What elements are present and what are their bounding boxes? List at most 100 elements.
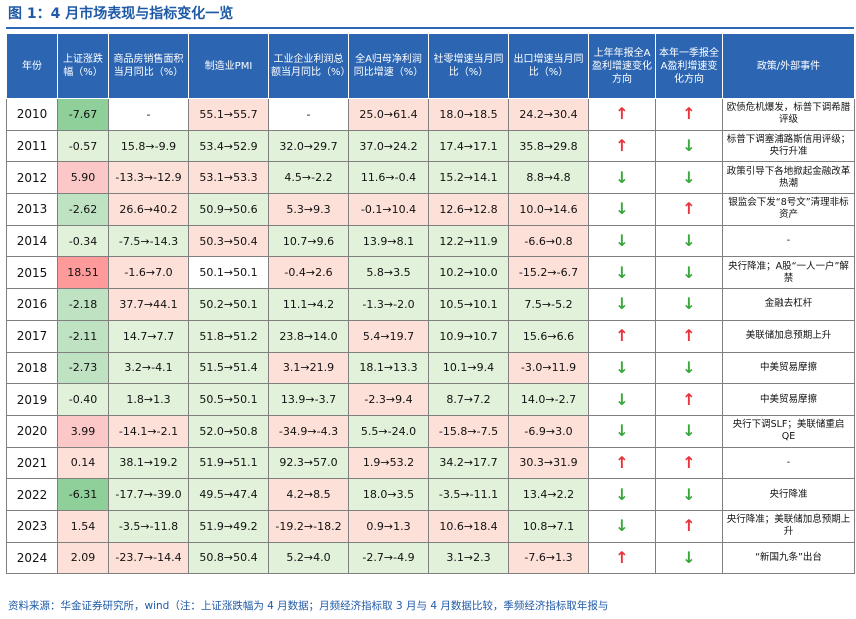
arrow-up-icon: ↑ [682, 199, 696, 219]
sales-cell: -3.5→-11.8 [108, 509, 189, 543]
profit-cell: -0.4→2.6 [268, 256, 349, 290]
source-footnote: 资料来源：华金证券研究所，wind（注：上证涨跌幅为 4 月数据；月频经济指标取… [8, 600, 609, 612]
annual-direction-cell: ↑ [588, 541, 656, 575]
profit-cell: 5.2→4.0 [268, 541, 349, 575]
net-cell: 5.4→19.7 [348, 319, 429, 353]
profit-cell: -34.9→-4.3 [268, 414, 349, 448]
column-header: 商品房销售面积当月同比（%） [108, 33, 189, 99]
retail-cell: -3.5→-11.1 [428, 478, 509, 511]
annual-direction-cell: ↓ [588, 224, 656, 258]
sse-change-cell: -0.57 [57, 129, 109, 163]
net-cell: -2.3→9.4 [348, 383, 429, 416]
data-table: 年份 上证涨跌幅（%） 商品房销售面积当月同比（%） 制造业PMI 工业企业利润总额当月… [6, 33, 855, 575]
arrow-down-icon: ↓ [615, 294, 629, 314]
arrow-down-icon: ↓ [682, 421, 696, 441]
net-cell: -1.3→-2.0 [348, 288, 429, 321]
arrow-up-icon: ↑ [682, 104, 696, 124]
year-cell: 2024 [6, 541, 58, 575]
pmi-cell: 50.2→50.1 [188, 288, 269, 321]
event-cell: 欧债危机爆发，标普下调希腊评级 [722, 98, 855, 131]
table-row: 2023 1.54 -3.5→-11.8 51.9→49.2 -19.2→-18.2 0.… [6, 509, 855, 543]
arrow-up-icon: ↑ [615, 452, 629, 472]
sse-change-cell: -6.31 [57, 478, 109, 511]
export-cell: -3.0→11.9 [508, 351, 589, 385]
event-cell: 金融去杠杆 [722, 288, 855, 321]
arrow-down-icon: ↓ [682, 547, 696, 567]
annual-direction-cell: ↓ [588, 256, 656, 290]
net-cell: 1.9→53.2 [348, 446, 429, 480]
annual-direction-cell: ↓ [588, 414, 656, 448]
event-cell: 中美贸易摩擦 [722, 351, 855, 385]
pmi-cell: 53.1→53.3 [188, 161, 269, 195]
export-cell: 10.0→14.6 [508, 193, 589, 226]
profit-cell: 32.0→29.7 [268, 129, 349, 163]
net-cell: 37.0→24.2 [348, 129, 429, 163]
annual-direction-cell: ↓ [588, 478, 656, 511]
year-cell: 2013 [6, 193, 58, 226]
arrow-down-icon: ↓ [682, 167, 696, 187]
event-cell: 央行降准 [722, 478, 855, 511]
retail-cell: 17.4→17.1 [428, 129, 509, 163]
arrow-down-icon: ↓ [682, 294, 696, 314]
event-cell: 美联储加息预期上升 [722, 319, 855, 353]
q1-direction-cell: ↓ [655, 478, 723, 511]
net-cell: -0.1→10.4 [348, 193, 429, 226]
export-cell: -15.2→-6.7 [508, 256, 589, 290]
column-header: 社零增速当月同比（%） [428, 33, 509, 99]
net-cell: 11.6→-0.4 [348, 161, 429, 195]
net-cell: 18.0→3.5 [348, 478, 429, 511]
q1-direction-cell: ↑ [655, 319, 723, 353]
retail-cell: -15.8→-7.5 [428, 414, 509, 448]
annual-direction-cell: ↓ [588, 193, 656, 226]
q1-direction-cell: ↓ [655, 161, 723, 195]
profit-cell: -19.2→-18.2 [268, 509, 349, 543]
sales-cell: 15.8→-9.9 [108, 129, 189, 163]
net-cell: 5.8→3.5 [348, 256, 429, 290]
event-cell: 央行降准；A股“一人一户”解禁 [722, 256, 855, 290]
export-cell: 8.8→4.8 [508, 161, 589, 195]
pmi-cell: 51.8→51.2 [188, 319, 269, 353]
profit-cell: 13.9→-3.7 [268, 383, 349, 416]
table-row: 2011 -0.57 15.8→-9.9 53.4→52.9 32.0→29.7 37.0… [6, 129, 855, 163]
sse-change-cell: 18.51 [57, 256, 109, 290]
pmi-cell: 51.5→51.4 [188, 351, 269, 385]
sales-cell: 38.1→19.2 [108, 446, 189, 480]
event-cell: “新国九条”出台 [722, 541, 855, 575]
sales-cell: -7.5→-14.3 [108, 224, 189, 258]
sales-cell: 1.8→1.3 [108, 383, 189, 416]
sales-cell: 26.6→40.2 [108, 193, 189, 226]
year-cell: 2010 [6, 98, 58, 131]
pmi-cell: 50.5→50.1 [188, 383, 269, 416]
event-cell: 政策引导下各地掀起金融改革热潮 [722, 161, 855, 195]
export-cell: 13.4→2.2 [508, 478, 589, 511]
retail-cell: 12.2→11.9 [428, 224, 509, 258]
arrow-down-icon: ↓ [682, 231, 696, 251]
profit-cell: 4.2→8.5 [268, 478, 349, 511]
event-cell: 中美贸易摩擦 [722, 383, 855, 416]
column-header: 上证涨跌幅（%） [57, 33, 109, 99]
year-cell: 2023 [6, 509, 58, 543]
export-cell: 15.6→6.6 [508, 319, 589, 353]
sse-change-cell: 0.14 [57, 446, 109, 480]
column-header: 上年年报全A盈利增速变化方向 [588, 33, 656, 99]
arrow-down-icon: ↓ [615, 262, 629, 282]
profit-cell: 5.3→9.3 [268, 193, 349, 226]
table-row: 2012 5.90 -13.3→-12.9 53.1→53.3 4.5→-2.2 11.6… [6, 161, 855, 195]
table-row: 2017 -2.11 14.7→7.7 51.8→51.2 23.8→14.0 5.4→1… [6, 319, 855, 353]
year-cell: 2022 [6, 478, 58, 511]
net-cell: 18.1→13.3 [348, 351, 429, 385]
pmi-cell: 51.9→51.1 [188, 446, 269, 480]
column-header: 年份 [6, 33, 58, 99]
q1-direction-cell: ↑ [655, 98, 723, 131]
sse-change-cell: 2.09 [57, 541, 109, 575]
sse-change-cell: -7.67 [57, 98, 109, 131]
annual-direction-cell: ↓ [588, 351, 656, 385]
sse-change-cell: 3.99 [57, 414, 109, 448]
arrow-up-icon: ↑ [615, 104, 629, 124]
export-cell: 10.8→7.1 [508, 509, 589, 543]
column-header: 工业企业利润总额当月同比（%） [268, 33, 349, 99]
pmi-cell: 52.0→50.8 [188, 414, 269, 448]
arrow-up-icon: ↑ [682, 516, 696, 536]
profit-cell: 10.7→9.6 [268, 224, 349, 258]
net-cell: 25.0→61.4 [348, 98, 429, 131]
